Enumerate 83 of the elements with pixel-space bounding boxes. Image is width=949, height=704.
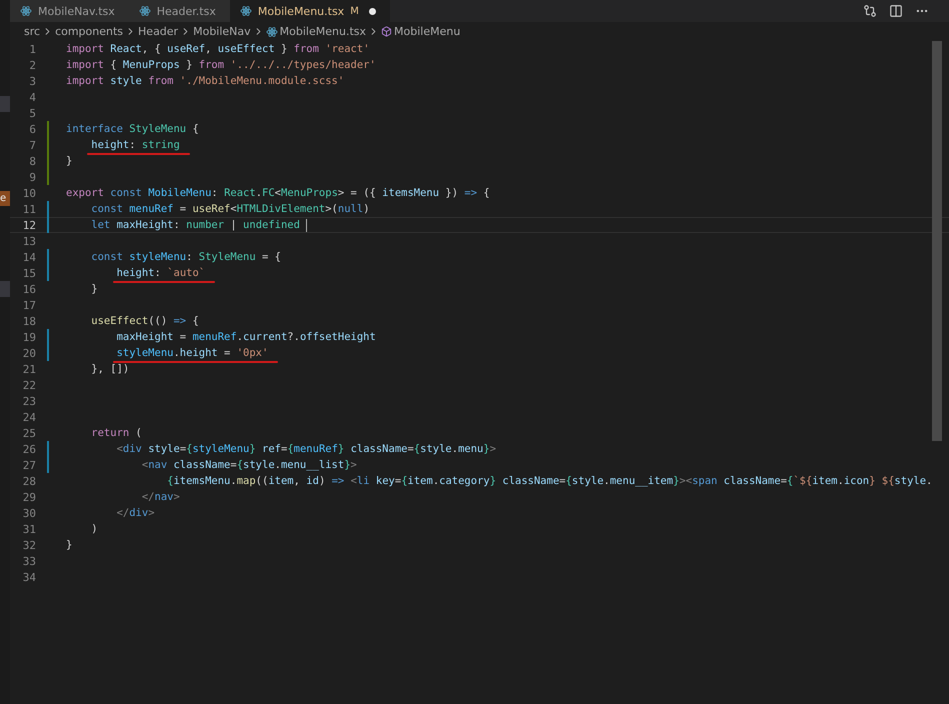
code-line: import { MenuProps } from '../../../types/header' (66, 58, 376, 73)
code-line: import React, { useRef, useEffect } from 'react' (66, 42, 370, 57)
line-number: 25 (22, 426, 36, 440)
scrollbar-thumb[interactable] (932, 41, 942, 441)
line-number: 12 (22, 218, 36, 232)
tab-label: Header.tsx (156, 4, 216, 18)
line-number: 1 (28, 42, 36, 56)
code-line: import style from './MobileMenu.module.scss' (66, 74, 344, 89)
code-line: } (66, 538, 72, 553)
line-number: 31 (22, 522, 36, 536)
line-number: 28 (22, 474, 36, 488)
line-number: 27 (22, 458, 36, 472)
line-number: 33 (22, 554, 36, 568)
code-line: let maxHeight: number | undefined (90, 218, 301, 233)
breadcrumb-item[interactable]: components (55, 25, 124, 38)
code-line: interface StyleMenu { (66, 122, 199, 137)
code-line: styleMenu.height = '0px' (116, 346, 268, 361)
code-line: </nav> (140, 490, 180, 505)
line-number: 26 (22, 442, 36, 456)
line-number: 17 (22, 298, 36, 312)
line-number: 18 (22, 314, 36, 328)
split-editor-icon[interactable] (889, 4, 903, 18)
line-number: 2 (28, 58, 36, 72)
sidebar-row-highlight (0, 281, 10, 297)
code-line: maxHeight = menuRef.current?.offsetHeight (116, 330, 376, 345)
code-line: <div style={styleMenu} ref={menuRef} className={style.menu}> (116, 442, 496, 457)
line-number: 8 (28, 154, 36, 168)
line-number: 24 (22, 410, 36, 424)
modified-status-label: M (350, 6, 359, 16)
line-number: 32 (22, 538, 36, 552)
line-number: 5 (28, 106, 36, 120)
code-line: export const MobileMenu: React.FC<MenuProps> = ({ itemsMenu }) => { (66, 186, 490, 201)
editor-tab[interactable]: MobileMenu.tsx M (230, 0, 390, 22)
code-line: } (90, 282, 98, 297)
line-number: 29 (22, 490, 36, 504)
breadcrumb-item[interactable]: Header (138, 25, 178, 38)
line-number: 22 (22, 378, 36, 392)
line-number: 30 (22, 506, 36, 520)
line-number: 13 (22, 234, 36, 248)
line-number: 21 (22, 362, 36, 376)
sidebar-badge: e (0, 191, 10, 206)
code-line: {itemsMenu.map((item, id) => <li key={item.category} className={style.menu__item}><span className={`${item.icon} ${style. (166, 474, 932, 489)
line-number: 11 (22, 202, 36, 216)
breadcrumb-item[interactable]: MobileMenu.tsx (280, 25, 366, 38)
sidebar-row-highlight (0, 96, 10, 112)
code-line: useEffect(() => { (90, 314, 199, 329)
line-number: 19 (22, 330, 36, 344)
line-number: 7 (28, 138, 36, 152)
code-line: </div> (116, 506, 155, 521)
line-number: 23 (22, 394, 36, 408)
line-number: 4 (28, 90, 36, 104)
tab-label: MobileNav.tsx (38, 4, 115, 18)
atom-icon (266, 26, 278, 38)
code-line: const styleMenu: StyleMenu = { (90, 250, 281, 265)
line-number: 10 (22, 186, 36, 200)
line-number: 34 (22, 570, 36, 584)
code-line: height: string (90, 138, 180, 153)
compare-changes-icon[interactable] (863, 4, 877, 18)
breadcrumb-item[interactable]: MobileMenu (394, 25, 460, 38)
atom-icon (20, 5, 32, 17)
code-line: } (66, 154, 72, 169)
line-number: 3 (28, 74, 36, 88)
line-number: 6 (28, 122, 36, 136)
code-line: return ( (90, 426, 142, 441)
code-line: ) (90, 522, 98, 537)
breadcrumb-item[interactable]: MobileNav (193, 25, 251, 38)
line-number: 14 (22, 250, 36, 264)
tab-label: MobileMenu.tsx (258, 4, 344, 18)
line-number: 16 (22, 282, 36, 296)
breadcrumb-item[interactable]: src (24, 25, 40, 38)
text-cursor (306, 219, 308, 232)
code-line: height: `auto` (116, 266, 206, 281)
code-line: }, []) (90, 362, 130, 377)
line-number: 15 (22, 266, 36, 280)
atom-icon (240, 5, 252, 17)
editor-tab[interactable]: MobileNav.tsx (10, 0, 129, 22)
editor-tab[interactable]: Header.tsx (128, 0, 230, 22)
code-line: <nav className={style.menu__list}> (140, 458, 357, 473)
line-number: 9 (28, 170, 36, 184)
cube-icon (381, 26, 392, 37)
code-line: const menuRef = useRef<HTMLDivElement>(null) (90, 202, 370, 217)
atom-icon (138, 5, 151, 17)
line-number: 20 (22, 346, 36, 360)
